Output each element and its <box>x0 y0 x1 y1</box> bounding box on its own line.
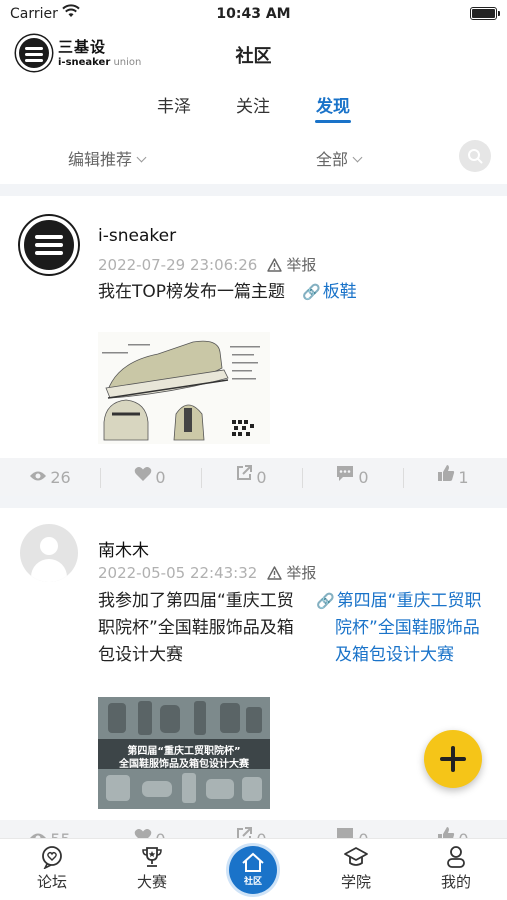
user-icon <box>443 845 469 869</box>
tab-discover[interactable]: 发现 <box>316 92 350 117</box>
report-button[interactable]: 举报 <box>286 564 316 582</box>
likes-count: 0 <box>155 468 166 487</box>
category-dropdown[interactable]: 全部 <box>316 146 363 170</box>
post-meta: 2022-07-29 23:06:26 举报 <box>98 254 316 275</box>
warning-icon <box>267 258 283 276</box>
clock: 10:43 AM <box>216 6 291 22</box>
content-line: 我参加了第四届“重庆工贸 <box>98 591 294 611</box>
link-line: 院杯”全国鞋服饰品 <box>335 618 480 638</box>
link-line: 及箱包设计大赛 <box>335 645 454 665</box>
trophy-icon <box>139 845 165 869</box>
graduation-cap-icon <box>343 845 369 869</box>
report-button[interactable]: 举报 <box>286 256 316 274</box>
link-line: 第四届“重庆工贸职 <box>336 591 482 611</box>
tab-academy[interactable]: 学院 <box>316 845 396 892</box>
sneaker-sketch-image <box>102 340 260 441</box>
share-button[interactable]: 0 <box>201 458 301 498</box>
home-icon <box>242 852 264 872</box>
post-topic-link[interactable]: 🔗 板鞋 <box>302 279 357 306</box>
tab-mine-label: 我的 <box>440 873 471 891</box>
status-bar: Carrier 10:43 AM <box>0 0 507 30</box>
thumbs-up-icon <box>437 457 455 497</box>
search-icon <box>468 149 483 164</box>
section-divider <box>0 184 507 196</box>
tab-community-label: 社区 <box>243 877 262 887</box>
heart-icon <box>134 457 152 497</box>
link-icon: 🔗 <box>316 592 335 610</box>
community-tabs: 丰泽 关注 发现 <box>0 92 507 128</box>
search-button[interactable] <box>459 140 491 172</box>
post-topic-link[interactable]: 🔗 第四届“重庆工贸职 院杯”全国鞋服饰品 及箱包设计大赛 <box>316 588 482 669</box>
category-label: 全部 <box>316 150 349 169</box>
nav-bar: 三基设 i-sneaker union 社区 <box>0 30 507 80</box>
share-icon <box>235 457 253 497</box>
tab-academy-label: 学院 <box>340 873 371 891</box>
recommend-dropdown[interactable]: 编辑推荐 <box>68 146 147 170</box>
tab-forum[interactable]: 论坛 <box>12 845 92 892</box>
like-button[interactable]: 0 <box>100 458 200 498</box>
views-count: 26 <box>50 468 71 487</box>
chevron-down-icon <box>136 152 147 163</box>
post-time: 2022-05-05 22:43:32 <box>98 564 258 582</box>
shares-count: 0 <box>256 468 267 487</box>
post-image[interactable]: 第四届“重庆工贸职院杯” 全国鞋服饰品及箱包设计大赛 <box>98 697 270 809</box>
tab-contest-label: 大赛 <box>136 873 167 891</box>
bottom-tab-bar: 论坛 大赛 社区 学院 我的 <box>0 838 507 900</box>
create-post-button[interactable] <box>424 730 482 788</box>
post-topic-label: 板鞋 <box>322 282 357 302</box>
section-divider <box>0 496 507 508</box>
post-card[interactable]: i-sneaker 2022-07-29 23:06:26 举报 我在TOP榜发布… <box>0 196 507 498</box>
tab-contest[interactable]: 大赛 <box>112 845 192 892</box>
comments-count: 0 <box>358 468 369 487</box>
tab-follow[interactable]: 关注 <box>236 92 270 117</box>
content-line: 职院杯”全国鞋服饰品及箱 <box>98 618 294 638</box>
active-tab-indicator <box>315 120 351 123</box>
avatar[interactable] <box>20 216 78 274</box>
thumbs-count: 1 <box>458 468 469 487</box>
poster-title-line: 全国鞋服饰品及箱包设计大赛 <box>119 759 249 770</box>
recommend-label: 编辑推荐 <box>68 150 133 169</box>
post-username[interactable]: i-sneaker <box>98 226 176 246</box>
tab-community[interactable]: 社区 <box>229 846 277 894</box>
comment-icon <box>335 457 355 497</box>
post-action-bar: 26 0 0 0 1 <box>0 458 507 498</box>
filter-bar: 编辑推荐 全部 <box>0 138 507 174</box>
content-line: 包设计大赛 <box>98 645 183 665</box>
chevron-down-icon <box>352 152 363 163</box>
post-username[interactable]: 南木木 <box>98 536 149 561</box>
post-meta: 2022-05-05 22:43:32 举报 <box>98 562 316 583</box>
page-title: 社区 <box>235 46 272 67</box>
link-icon: 🔗 <box>302 283 321 301</box>
warning-icon <box>267 566 283 584</box>
thumbs-up-button[interactable]: 1 <box>403 458 503 498</box>
post-image[interactable] <box>98 332 270 444</box>
tab-forum-label: 论坛 <box>36 873 67 891</box>
post-content: 我参加了第四届“重庆工贸 职院杯”全国鞋服饰品及箱 包设计大赛 <box>98 588 294 669</box>
views-stat: 26 <box>0 458 100 498</box>
comment-button[interactable]: 0 <box>302 458 402 498</box>
post-card[interactable]: 南木木 2022-05-05 22:43:32 举报 我参加了第四届“重庆工贸 职… <box>0 508 507 860</box>
post-time: 2022-07-29 23:06:26 <box>98 256 258 274</box>
battery-icon <box>470 7 500 20</box>
forum-icon <box>39 845 65 870</box>
eye-icon <box>29 457 47 497</box>
tab-fengze[interactable]: 丰泽 <box>157 92 191 117</box>
post-content: 我在TOP榜发布一篇主题 <box>98 282 286 302</box>
tab-mine[interactable]: 我的 <box>416 845 496 892</box>
avatar[interactable] <box>20 524 78 582</box>
